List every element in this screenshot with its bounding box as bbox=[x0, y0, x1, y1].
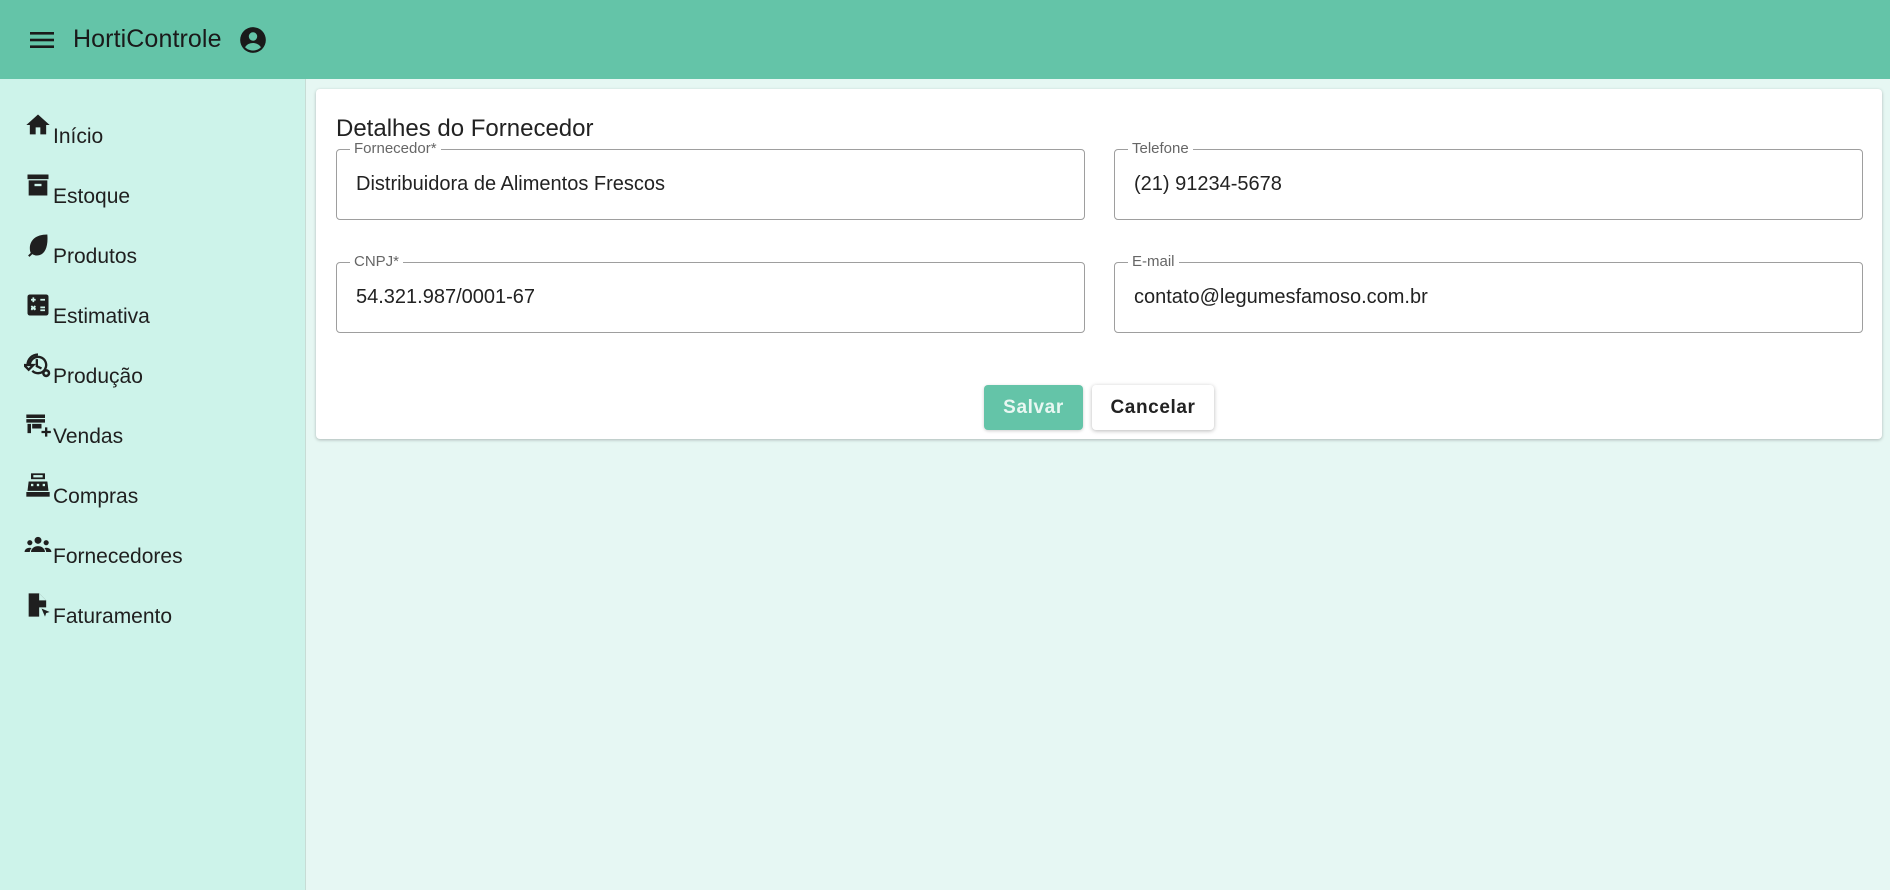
store-add-icon bbox=[26, 414, 51, 437]
supplier-details-card: Detalhes do Fornecedor Fornecedor* Telef… bbox=[316, 89, 1882, 439]
cnpj-input[interactable] bbox=[337, 263, 1084, 332]
sidebar-item-label: Produtos bbox=[53, 245, 138, 268]
app-title: HortiControle bbox=[73, 25, 222, 53]
sidebar-item-compras[interactable]: Compras bbox=[0, 469, 305, 529]
history-settings-icon bbox=[24, 353, 51, 378]
cnpj-field[interactable]: CNPJ* bbox=[336, 253, 1085, 333]
sidebar-item-estoque[interactable]: Estoque bbox=[0, 169, 305, 229]
sidebar-item-label: Estimativa bbox=[53, 305, 150, 328]
sidebar-item-label: Vendas bbox=[53, 425, 124, 448]
sidebar-item-producao[interactable]: Produção bbox=[0, 349, 305, 409]
sidebar-item-label: Início bbox=[53, 125, 104, 148]
email-field[interactable]: E-mail bbox=[1114, 253, 1863, 333]
sidebar-item-label: Fornecedores bbox=[53, 545, 183, 568]
sidebar-item-inicio[interactable]: Início bbox=[0, 109, 305, 169]
fornecedor-input[interactable] bbox=[337, 150, 1084, 219]
cash-register-icon bbox=[26, 473, 50, 497]
save-button[interactable]: Salvar bbox=[984, 385, 1083, 430]
telefone-field[interactable]: Telefone bbox=[1114, 140, 1863, 220]
archive-box-icon bbox=[27, 174, 49, 196]
sidebar-item-fornecedores[interactable]: Fornecedores bbox=[0, 529, 305, 589]
sidebar-item-label: Compras bbox=[53, 485, 139, 508]
sidebar-item-vendas[interactable]: Vendas bbox=[0, 409, 305, 469]
document-cursor-icon bbox=[28, 593, 50, 617]
home-icon bbox=[26, 114, 50, 135]
sidebar-item-estimativa[interactable]: Estimativa bbox=[0, 289, 305, 349]
account-circle-icon[interactable] bbox=[238, 25, 268, 55]
app-header: HortiControle bbox=[0, 0, 1890, 79]
page-title: Detalhes do Fornecedor bbox=[336, 115, 594, 142]
sidebar: Início Estoque Produtos Estimativa Produ… bbox=[0, 79, 306, 890]
telefone-input[interactable] bbox=[1115, 150, 1862, 219]
sidebar-item-produtos[interactable]: Produtos bbox=[0, 229, 305, 289]
email-input[interactable] bbox=[1115, 263, 1862, 332]
menu-icon[interactable] bbox=[28, 26, 56, 54]
sidebar-item-label: Faturamento bbox=[53, 605, 173, 628]
leaf-icon bbox=[28, 234, 48, 257]
calculator-icon bbox=[27, 294, 49, 316]
fornecedor-field[interactable]: Fornecedor* bbox=[336, 140, 1085, 220]
sidebar-item-faturamento[interactable]: Faturamento bbox=[0, 589, 305, 649]
sidebar-item-label: Estoque bbox=[53, 185, 131, 208]
group-icon bbox=[24, 536, 52, 552]
sidebar-item-label: Produção bbox=[53, 365, 143, 388]
cancel-button[interactable]: Cancelar bbox=[1092, 385, 1214, 430]
